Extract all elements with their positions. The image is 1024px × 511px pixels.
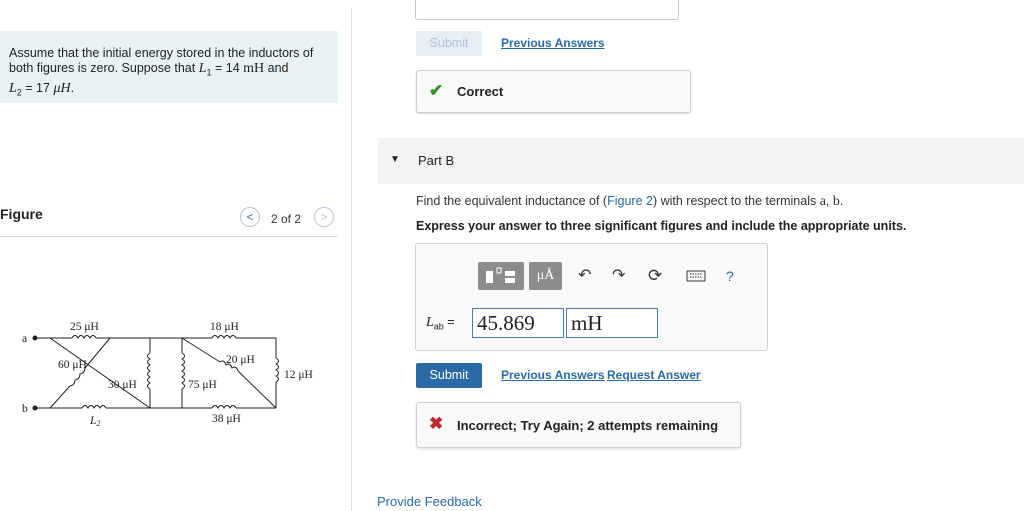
label-12uh: 12 μH <box>284 369 313 381</box>
and-text: and <box>264 61 289 75</box>
checkmark-icon: ✔ <box>429 81 444 100</box>
part-a-submit-button[interactable]: Submit <box>416 31 482 56</box>
inductor-l2 <box>81 405 107 409</box>
figure-2-link[interactable]: Figure 2 <box>607 194 653 208</box>
label-20uh: 20 μH <box>226 354 255 366</box>
part-b-title: Part B <box>418 153 455 168</box>
label-l2: L2 <box>89 415 100 428</box>
answer-label: Lab = <box>426 315 455 332</box>
value-input[interactable]: 45.869 <box>472 308 564 338</box>
part-a-correct-feedback: ✔ Correct <box>416 70 691 113</box>
label-38uh: 38 μH <box>212 413 241 425</box>
problem-text: Assume that the initial energy stored in… <box>9 46 329 100</box>
column-divider <box>351 8 352 511</box>
l1-equals: = 14 <box>211 61 244 75</box>
circuit-diagram: a b 25 μH 18 μH 20 μH 60 μH 30 μH 75 μH … <box>22 321 313 428</box>
next-figure-button[interactable]: > <box>314 207 334 227</box>
inductor-18 <box>211 335 237 339</box>
x-mark-icon: ✖ <box>429 414 444 433</box>
figure-title: Figure <box>0 206 43 222</box>
help-icon[interactable]: ? <box>726 262 740 290</box>
question-end: . <box>839 194 844 208</box>
templates-icon <box>486 267 515 283</box>
l1-symbol: L <box>198 61 207 76</box>
label-25uh: 25 μH <box>70 321 99 333</box>
question-prefix: Find the equivalent inductance of ( <box>416 194 608 208</box>
label-75uh: 75 μH <box>188 379 217 391</box>
redo-icon[interactable]: ↷ <box>612 262 630 290</box>
correct-status-text: Correct <box>457 84 504 99</box>
keyboard-icon <box>686 270 706 282</box>
undo-icon[interactable]: ↶ <box>578 262 596 290</box>
figure-divider <box>0 236 338 237</box>
templates-button[interactable] <box>478 262 524 290</box>
provide-feedback-link[interactable]: Provide Feedback <box>377 494 482 509</box>
terminal-a-dot <box>32 335 38 341</box>
comma: , <box>825 194 833 208</box>
chevron-right-icon: > <box>320 210 328 224</box>
part-b-submit-button[interactable]: Submit <box>416 363 482 388</box>
part-b-previous-answers-link[interactable]: Previous Answers <box>501 368 605 382</box>
terminal-b-dot <box>32 405 38 411</box>
part-b-instruction: Express your answer to three significant… <box>416 219 907 233</box>
part-a-answer-panel <box>415 0 679 20</box>
inductor-75 <box>181 352 185 390</box>
label-60uh: 60 μH <box>58 359 87 371</box>
terminal-a-label: a <box>22 333 27 345</box>
terminal-b-label: b <box>22 403 28 415</box>
part-a-previous-answers-link[interactable]: Previous Answers <box>501 36 605 50</box>
l2-unit: μH <box>53 80 71 96</box>
inductor-25 <box>71 335 97 339</box>
chevron-left-icon: < <box>246 210 254 224</box>
answer-label-equals: = <box>443 315 455 329</box>
incorrect-status-text: Incorrect; Try Again; 2 attempts remaini… <box>457 418 719 433</box>
answer-label-symbol: L <box>426 315 434 330</box>
keyboard-button[interactable] <box>685 262 707 290</box>
l2-symbol: L <box>9 80 17 96</box>
l1-unit: mH <box>243 61 265 76</box>
l2-equals: = 17 <box>21 80 54 95</box>
collapse-triangle-icon: ▼ <box>390 154 400 165</box>
reset-icon[interactable]: ⟳ <box>648 262 666 290</box>
request-answer-link[interactable]: Request Answer <box>607 368 701 382</box>
question-suffix: ) with respect to the terminals <box>652 194 820 208</box>
unit-input[interactable]: mH <box>566 308 658 338</box>
units-button[interactable]: μÅ <box>529 262 562 290</box>
answer-label-subscript: ab <box>433 321 444 332</box>
inductor-30 <box>147 352 151 390</box>
inductor-38 <box>211 405 237 409</box>
period: . <box>70 80 75 95</box>
part-b-incorrect-feedback: ✖ Incorrect; Try Again; 2 attempts remai… <box>416 402 741 448</box>
terminal-b-text: b <box>832 194 840 209</box>
previous-figure-button[interactable]: < <box>240 207 260 227</box>
label-18uh: 18 μH <box>210 321 239 333</box>
part-b-header[interactable]: ▼ Part B <box>378 138 1024 184</box>
inductor-12 <box>275 357 279 383</box>
part-b-question: Find the equivalent inductance of (Figur… <box>416 194 843 210</box>
figure-counter: 2 of 2 <box>271 212 302 226</box>
problem-statement-box: Assume that the initial energy stored in… <box>0 31 338 103</box>
label-30uh: 30 μH <box>108 379 137 391</box>
